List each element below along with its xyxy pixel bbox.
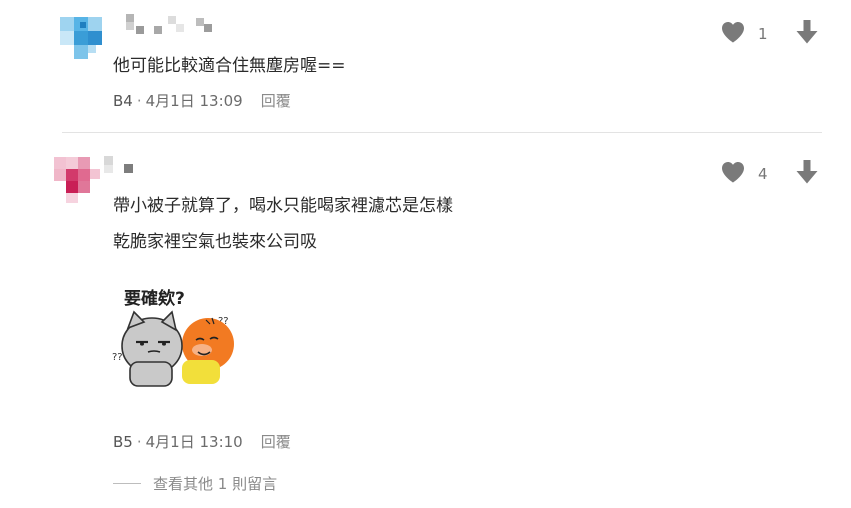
like-count: 4 — [758, 165, 768, 183]
sticker-caption: 要確欸? — [124, 288, 185, 309]
heart-icon — [720, 20, 746, 48]
comment-meta: B5 · 4月1日 13:10 回覆 — [113, 431, 291, 453]
avatar[interactable] — [60, 10, 116, 66]
username-blurred[interactable] — [104, 154, 144, 178]
arrow-down-icon — [795, 159, 819, 189]
more-replies-line — [113, 483, 141, 484]
avatar[interactable] — [54, 152, 110, 208]
comment-b4: 他可能比較適合住無塵房喔== B4 · 4月1日 13:09 回覆 1 — [0, 0, 851, 132]
floor-number: B5 — [113, 433, 133, 451]
comment-text-line-1: 帶小被子就算了，喝水只能喝家裡濾芯是怎樣 — [113, 196, 453, 216]
username-blurred[interactable] — [126, 12, 222, 36]
comment-meta: B4 · 4月1日 13:09 回覆 — [113, 90, 291, 112]
reply-button[interactable]: 回覆 — [261, 92, 291, 110]
dislike-button[interactable] — [794, 20, 820, 48]
dislike-button[interactable] — [794, 160, 820, 188]
like-button[interactable]: 4 — [720, 160, 772, 188]
comment-text-line-2: 乾脆家裡空氣也裝來公司吸 — [113, 232, 317, 252]
sticker-marks-left: ?? — [112, 352, 123, 363]
timestamp: 4月1日 13:09 — [145, 92, 243, 110]
like-count: 1 — [758, 25, 768, 43]
sticker-image[interactable]: 要確欸? ?? ?? — [110, 282, 240, 388]
meta-separator: · — [136, 92, 142, 110]
comment-thread: 他可能比較適合住無塵房喔== B4 · 4月1日 13:09 回覆 1 帶小被子… — [0, 0, 851, 508]
reply-button[interactable]: 回覆 — [261, 433, 291, 451]
floor-number: B4 — [113, 92, 133, 110]
heart-icon — [720, 160, 746, 188]
timestamp: 4月1日 13:10 — [145, 433, 243, 451]
arrow-down-icon — [795, 19, 819, 49]
comment-text: 他可能比較適合住無塵房喔== — [113, 56, 346, 76]
comment-divider — [62, 132, 822, 133]
view-more-replies[interactable]: 查看其他 1 則留言 — [113, 473, 277, 494]
more-replies-label: 查看其他 1 則留言 — [153, 475, 278, 493]
meta-separator: · — [136, 433, 142, 451]
like-button[interactable]: 1 — [720, 20, 772, 48]
